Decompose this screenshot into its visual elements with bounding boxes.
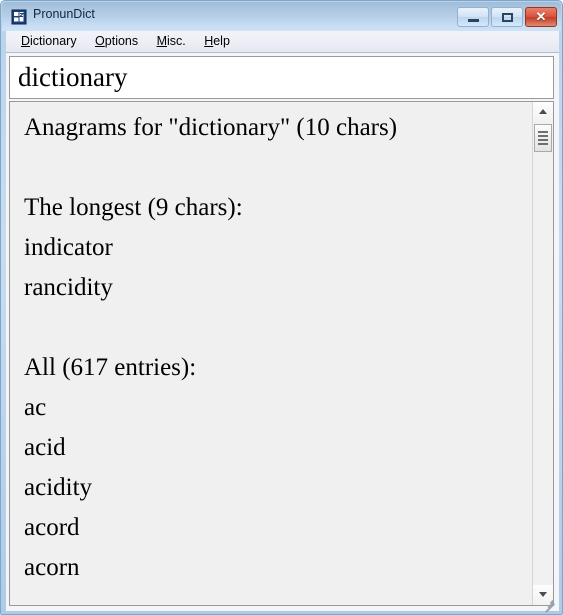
maximize-button[interactable]: [491, 7, 523, 27]
title-bar[interactable]: PronunDict ✕: [2, 2, 561, 31]
menu-item-options[interactable]: Options: [88, 31, 145, 50]
all-heading: All (617 entries):: [24, 354, 197, 381]
scroll-thumb[interactable]: [534, 124, 552, 152]
app-dictionary-icon: [11, 9, 27, 25]
menu-item-help[interactable]: Help: [197, 31, 237, 50]
results-text-area[interactable]: Anagrams for "dictionary" (10 chars) The…: [10, 102, 532, 605]
word-entry[interactable]: acidity: [24, 468, 532, 508]
minimize-icon: [468, 19, 479, 22]
word-input[interactable]: [10, 57, 553, 98]
resize-grip[interactable]: [543, 596, 557, 613]
thumb-grip-line: [538, 143, 548, 145]
close-button[interactable]: ✕: [525, 7, 557, 27]
longest-word[interactable]: rancidity: [24, 268, 532, 308]
longest-heading: The longest (9 chars):: [24, 194, 243, 221]
word-entry[interactable]: ac: [24, 388, 532, 428]
window-title: PronunDict: [33, 7, 95, 21]
word-entry[interactable]: acid: [24, 428, 532, 468]
thumb-grip-line: [538, 139, 548, 141]
results-heading: Anagrams for "dictionary" (10 chars): [24, 114, 398, 141]
word-entry[interactable]: acorn: [24, 548, 532, 588]
menu-item-dictionary[interactable]: Dictionary: [14, 31, 84, 50]
menu-bar: Dictionary Options Misc. Help: [6, 31, 559, 53]
scroll-up-arrow-icon: [539, 109, 547, 114]
client-area: Dictionary Options Misc. Help Anagrams f…: [6, 31, 559, 613]
vertical-scrollbar[interactable]: [532, 102, 553, 605]
app-window: PronunDict ✕ Dictionary Options Misc. He…: [0, 0, 563, 615]
minimize-button[interactable]: [457, 7, 489, 27]
thumb-grip-line: [538, 135, 548, 137]
menu-item-misc[interactable]: Misc.: [150, 31, 193, 50]
close-icon: ✕: [535, 9, 547, 24]
longest-word[interactable]: indicator: [24, 228, 532, 268]
word-entry[interactable]: acord: [24, 508, 532, 548]
maximize-icon: [502, 13, 513, 22]
results-pane[interactable]: Anagrams for "dictionary" (10 chars) The…: [9, 101, 554, 606]
word-input-container[interactable]: [9, 56, 554, 99]
thumb-grip-line: [538, 131, 548, 133]
scroll-up-button[interactable]: [533, 102, 553, 122]
